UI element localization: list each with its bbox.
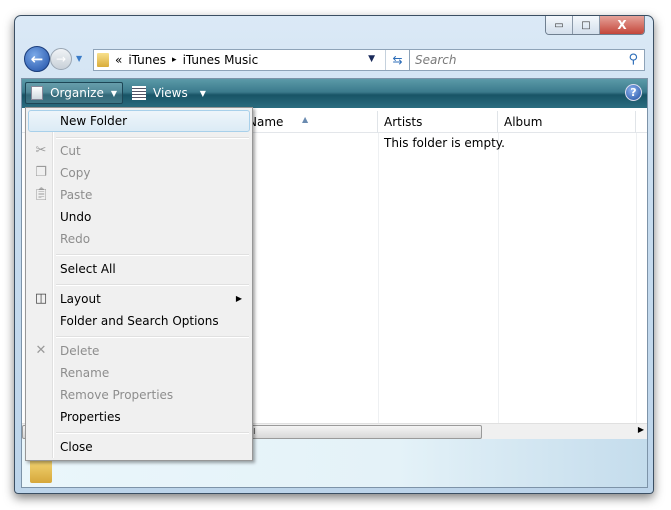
- menu-separator: [56, 432, 249, 434]
- scissors-icon: ✂: [35, 143, 47, 158]
- back-button[interactable]: ←: [24, 46, 50, 72]
- menu-separator: [56, 254, 249, 256]
- scroll-right-arrow[interactable]: ▶: [638, 425, 644, 434]
- column-divider: [636, 133, 637, 423]
- menu-item-label: Select All: [60, 262, 116, 276]
- folder-icon: [97, 53, 109, 67]
- menu-item-rename[interactable]: Rename: [28, 362, 250, 384]
- breadcrumb-itunes-music[interactable]: iTunes Music: [183, 53, 259, 67]
- forward-arrow-icon: →: [55, 52, 67, 66]
- refresh-icon: ⇆: [392, 53, 403, 67]
- address-dropdown[interactable]: ▼: [368, 54, 375, 64]
- views-label: Views: [153, 86, 188, 100]
- menu-item-remove-properties[interactable]: Remove Properties: [28, 384, 250, 406]
- address-overflow[interactable]: «: [115, 53, 122, 67]
- organize-menu: New Folder ✂ Cut ❐ Copy 📋︎ Paste Undo Redo …: [25, 107, 253, 461]
- menu-item-paste[interactable]: 📋︎ Paste: [28, 184, 250, 206]
- sort-ascending-icon: ▲: [302, 115, 309, 124]
- chevron-down-icon: ▼: [110, 88, 117, 98]
- column-artists[interactable]: Artists: [378, 111, 498, 133]
- forward-button[interactable]: →: [50, 48, 72, 70]
- menu-item-label: Rename: [60, 366, 110, 380]
- menu-item-label: Folder and Search Options: [60, 314, 219, 328]
- menu-item-delete[interactable]: ✕ Delete: [28, 340, 250, 362]
- menu-item-label: Layout: [60, 292, 101, 306]
- menu-separator: [56, 284, 249, 286]
- search-input[interactable]: Search ⚲: [409, 49, 645, 71]
- menu-item-label: Undo: [60, 210, 92, 224]
- help-button[interactable]: ?: [625, 84, 642, 101]
- menu-item-label: Cut: [60, 144, 81, 158]
- search-icon[interactable]: ⚲: [628, 52, 638, 67]
- column-divider: [498, 133, 499, 423]
- menu-item-properties[interactable]: Properties: [28, 406, 250, 428]
- menu-item-label: Copy: [60, 166, 91, 180]
- column-album[interactable]: Album: [498, 111, 636, 133]
- menu-separator: [56, 336, 249, 338]
- column-divider: [378, 133, 379, 423]
- menu-item-new-folder[interactable]: New Folder: [28, 110, 250, 132]
- empty-folder-message: This folder is empty.: [384, 136, 505, 150]
- menu-item-label: Properties: [60, 410, 121, 424]
- command-bar: Organize ▼ Views ▼ ?: [22, 79, 647, 108]
- menu-item-copy[interactable]: ❐ Copy: [28, 162, 250, 184]
- views-button[interactable]: Views ▼: [127, 82, 211, 104]
- menu-item-select-all[interactable]: Select All: [28, 258, 250, 280]
- address-bar[interactable]: « iTunes ▸ iTunes Music ▼ ⇆: [93, 49, 416, 71]
- layout-icon: ◫: [34, 291, 48, 306]
- menu-item-label: Close: [60, 440, 93, 454]
- menu-item-redo[interactable]: Redo: [28, 228, 250, 250]
- breadcrumb-itunes[interactable]: iTunes: [128, 53, 166, 67]
- search-placeholder: Search: [415, 53, 457, 67]
- menu-item-close[interactable]: Close: [28, 436, 250, 458]
- organize-label: Organize: [50, 86, 104, 100]
- menu-item-undo[interactable]: Undo: [28, 206, 250, 228]
- back-arrow-icon: ←: [30, 50, 44, 68]
- chevron-down-icon: ▼: [199, 88, 206, 98]
- recent-pages-dropdown[interactable]: ▼: [76, 54, 82, 63]
- menu-separator: [56, 137, 249, 139]
- maximize-button[interactable]: □: [573, 16, 600, 34]
- organize-button[interactable]: Organize ▼: [25, 82, 123, 104]
- menu-item-cut[interactable]: ✂ Cut: [28, 140, 250, 162]
- breadcrumb-separator[interactable]: ▸: [172, 55, 177, 65]
- menu-item-label: Paste: [60, 188, 93, 202]
- views-icon: [132, 86, 146, 100]
- paste-icon: 📋︎: [33, 187, 50, 202]
- organize-icon: [31, 86, 44, 100]
- delete-icon: ✕: [35, 343, 47, 358]
- menu-item-layout[interactable]: ◫ Layout ▶: [28, 288, 250, 310]
- copy-icon: ❐: [35, 165, 47, 180]
- close-button[interactable]: X: [600, 16, 644, 34]
- submenu-arrow-icon: ▶: [235, 294, 242, 303]
- minimize-button[interactable]: ▭: [546, 16, 573, 34]
- menu-item-label: Remove Properties: [60, 388, 174, 402]
- menu-item-label: Redo: [60, 232, 91, 246]
- caption-buttons: ▭ □ X: [545, 16, 645, 35]
- menu-item-label: New Folder: [60, 114, 128, 128]
- menu-item-folder-search-options[interactable]: Folder and Search Options: [28, 310, 250, 332]
- menu-item-label: Delete: [60, 344, 100, 358]
